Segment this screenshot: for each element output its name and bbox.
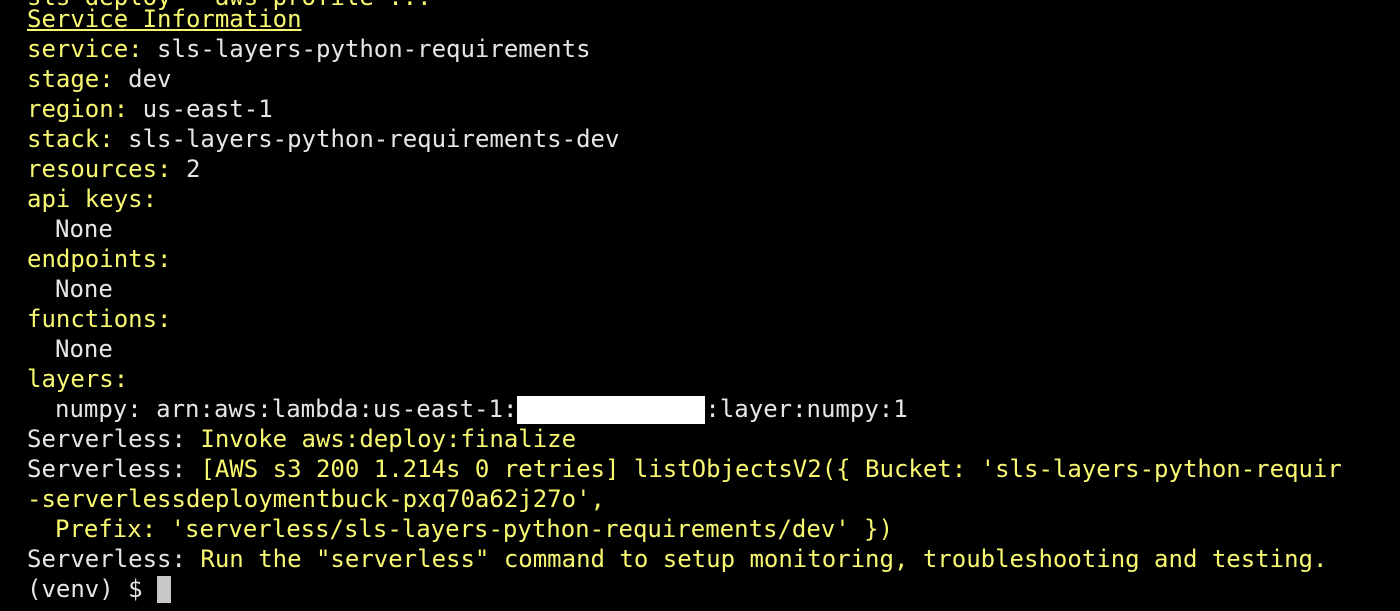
redacted-account-id — [517, 396, 706, 424]
log-line-s3-prefix: Prefix: 'serverless/sls-layers-python-re… — [55, 515, 894, 543]
functions-value: None — [55, 335, 113, 363]
layer-arn-line: numpy: arn:aws:lambda:us-east-1::layer:n… — [55, 395, 908, 424]
log-line-s3: Serverless: [AWS s3 200 1.214s 0 retries… — [27, 455, 1342, 483]
resources-line: resources: 2 — [27, 155, 201, 183]
endpoints-label: endpoints: — [27, 245, 172, 273]
text-cursor — [157, 576, 172, 603]
functions-label: functions: — [27, 305, 172, 333]
layers-label: layers: — [27, 365, 129, 393]
stage-line: stage: dev — [27, 65, 172, 93]
log-line-invoke: Serverless: Invoke aws:deploy:finalize — [27, 425, 577, 453]
service-information-heading: Service Information — [27, 5, 302, 33]
service-line: service: sls-layers-python-requirements — [27, 35, 591, 63]
terminal-window[interactable]: sls deploy --aws-profile ... Service Inf… — [0, 0, 1400, 611]
api-keys-value: None — [55, 215, 113, 243]
region-line: region: us-east-1 — [27, 95, 273, 123]
log-line-s3-continued: -serverlessdeploymentbuck-pxq70a62j27o', — [27, 485, 605, 513]
api-keys-label: api keys: — [27, 185, 158, 213]
log-line-run-serverless: Serverless: Run the "serverless" command… — [27, 545, 1328, 573]
shell-prompt[interactable]: (venv) $ — [27, 574, 172, 604]
stack-line: stack: sls-layers-python-requirements-de… — [27, 125, 620, 153]
endpoints-value: None — [55, 275, 113, 303]
